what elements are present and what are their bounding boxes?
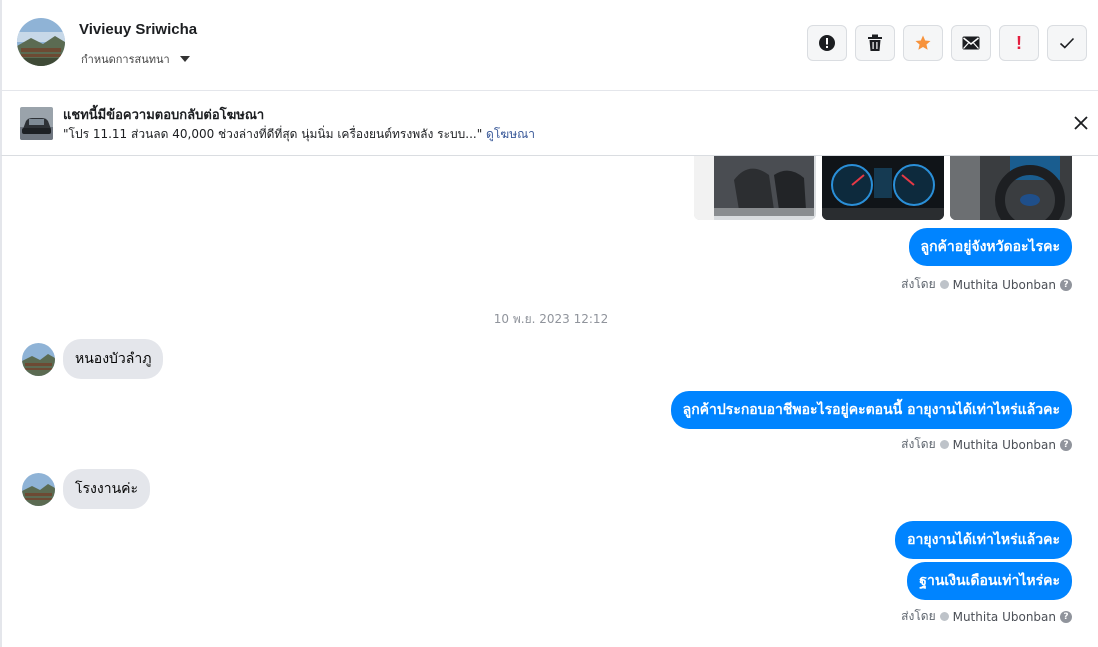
ad-thumbnail[interactable] [20, 107, 53, 140]
contact-avatar-small[interactable] [22, 343, 55, 376]
sent-by-info-2: ส่งโดย Muthita Ubonban ? [901, 435, 1072, 454]
photo-steering-wheel[interactable] [950, 156, 1072, 220]
important-button[interactable]: ! [999, 25, 1039, 61]
assign-conversation-dropdown[interactable]: กำหนดการสนทนา [81, 50, 190, 68]
contact-avatar-small[interactable] [22, 473, 55, 506]
outgoing-message-4[interactable]: ฐานเงินเดือนเท่าไหร่คะ [907, 562, 1072, 600]
verified-check-icon [939, 280, 949, 289]
delete-button[interactable] [855, 25, 895, 61]
outgoing-message-3[interactable]: อายุงานได้เท่าไหร่แล้วคะ [895, 521, 1072, 559]
sent-by-prefix: ส่งโดย [901, 609, 936, 623]
message-timestamp: 10 พ.ย. 2023 12:12 [493, 312, 609, 326]
assign-label: กำหนดการสนทนา [81, 53, 170, 66]
contact-avatar[interactable] [17, 18, 65, 66]
ad-banner-title: แชทนี้มีข้อความตอบกลับต่อโฆษณา [63, 108, 265, 123]
conversation-header: Vivieuy Sriwicha กำหนดการสนทนา ! [0, 0, 1098, 91]
exclamation-icon: ! [1016, 32, 1022, 53]
help-icon[interactable]: ? [1060, 278, 1072, 291]
contact-name[interactable]: Vivieuy Sriwicha [79, 21, 197, 38]
close-icon [1074, 116, 1088, 130]
outgoing-message-2[interactable]: ลูกค้าประกอบอาชีพอะไรอยู่คะตอนนี้ อายุงา… [670, 391, 1072, 429]
ad-banner-text: "โปร 11.11 ส่วนลด 40,000 ช่วงล่างที่ดีที… [63, 125, 535, 144]
photo-instrument-cluster[interactable] [822, 156, 944, 220]
sent-by-info-3: ส่งโดย Muthita Ubonban ? [901, 607, 1072, 626]
sent-by-agent[interactable]: Muthita Ubonban [953, 438, 1056, 452]
star-icon [915, 35, 931, 50]
sent-by-agent[interactable]: Muthita Ubonban [953, 610, 1056, 624]
trash-icon [868, 34, 882, 51]
photo-car-interior-seats[interactable] [694, 156, 816, 220]
help-icon[interactable]: ? [1060, 610, 1072, 623]
star-button[interactable] [903, 25, 943, 61]
view-ad-link[interactable]: ดูโฆษณา [486, 127, 535, 141]
sent-by-agent[interactable]: Muthita Ubonban [953, 278, 1056, 292]
photo-attachments [694, 156, 1072, 220]
message-thread: ลูกค้าอยู่จังหวัดอะไรคะ ส่งโดย Muthita U… [0, 156, 1098, 647]
sent-by-info-1: ส่งโดย Muthita Ubonban ? [901, 275, 1072, 294]
mark-unread-button[interactable] [951, 25, 991, 61]
checkmark-icon [1059, 37, 1075, 49]
alert-circle-icon [819, 35, 835, 51]
verified-check-icon [939, 440, 949, 449]
verified-check-icon [939, 612, 949, 621]
incoming-message-1[interactable]: หนองบัวลำภู [63, 339, 164, 379]
help-icon[interactable]: ? [1060, 438, 1072, 451]
ad-quote: "โปร 11.11 ส่วนลด 40,000 ช่วงล่างที่ดีที… [63, 127, 487, 141]
incoming-message-2[interactable]: โรงงานค่ะ [63, 469, 151, 509]
report-button[interactable] [807, 25, 847, 61]
header-actions: ! [807, 25, 1087, 61]
mark-done-button[interactable] [1047, 25, 1087, 61]
ad-reply-banner: แชทนี้มีข้อความตอบกลับต่อโฆษณา "โปร 11.1… [0, 91, 1098, 156]
outgoing-message-1[interactable]: ลูกค้าอยู่จังหวัดอะไรคะ [908, 228, 1072, 266]
sent-by-prefix: ส่งโดย [901, 277, 936, 291]
close-banner-button[interactable] [1072, 114, 1090, 132]
sent-by-prefix: ส่งโดย [901, 437, 936, 451]
caret-down-icon [179, 56, 190, 62]
envelope-icon [962, 36, 980, 50]
